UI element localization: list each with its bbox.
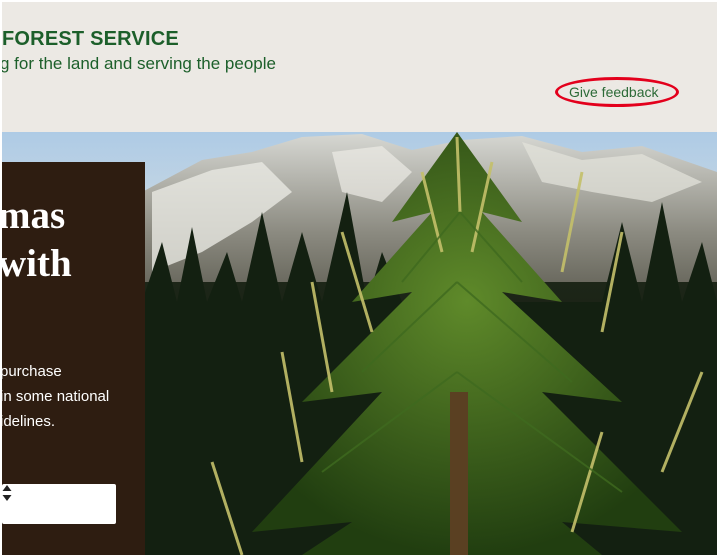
content-card: mas with purchase in some national ideli… xyxy=(2,162,145,555)
card-title: mas with xyxy=(2,192,198,288)
card-title-line: mas xyxy=(2,194,66,237)
card-description-line: in some national xyxy=(2,388,110,405)
page: FOREST SERVICE g for the land and servin… xyxy=(2,2,717,555)
agency-name[interactable]: FOREST SERVICE xyxy=(2,28,179,51)
agency-tagline: g for the land and serving the people xyxy=(2,54,276,73)
site-header: FOREST SERVICE g for the land and servin… xyxy=(2,2,717,132)
card-description-line: purchase xyxy=(2,363,62,380)
sort-arrows-icon xyxy=(2,485,12,501)
give-feedback-link[interactable]: Give feedback xyxy=(569,84,659,100)
forest-select-dropdown[interactable] xyxy=(2,484,116,524)
card-title-line: with xyxy=(2,242,72,285)
hero-banner: mas with purchase in some national ideli… xyxy=(2,132,717,555)
card-description-line: idelines. xyxy=(2,413,56,430)
card-description: purchase in some national idelines. xyxy=(2,359,200,434)
